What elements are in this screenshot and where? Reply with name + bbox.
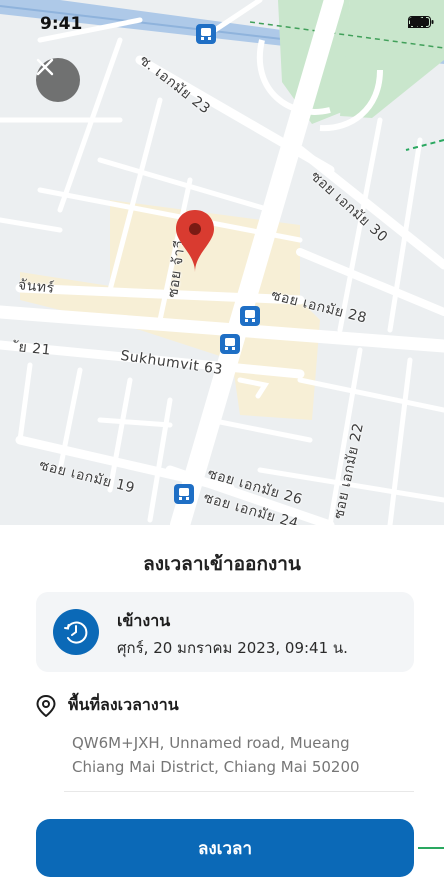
sheet-title: ลงเวลาเข้าออกงาน <box>143 553 301 575</box>
close-button[interactable] <box>36 58 80 102</box>
status-time: 9:41 <box>40 14 83 34</box>
close-icon <box>36 58 54 76</box>
map-route-line <box>418 847 444 849</box>
battery-icon <box>408 16 434 28</box>
location-header: พื้นที่ลงเวลางาน <box>36 693 179 718</box>
divider <box>64 791 414 792</box>
submit-clock-in-button[interactable]: ลงเวลา <box>36 819 414 877</box>
checkin-type-label: เข้างาน <box>117 611 171 630</box>
map-road-label: ัย 21 <box>17 339 52 359</box>
clock-icon <box>53 609 99 655</box>
bottom-sheet: ลงเวลาเข้าออกงาน เข้างาน ศุกร์, 20 มกราค… <box>0 525 444 888</box>
location-address: QW6M+JXH, Unnamed road, Mueang Chiang Ma… <box>72 734 360 776</box>
location-heading: พื้นที่ลงเวลางาน <box>68 695 179 714</box>
status-bar: 9:41 <box>0 0 444 44</box>
map-road-label: จันทร์ <box>17 277 56 297</box>
location-pin-icon <box>36 694 56 717</box>
checkin-card: เข้างาน ศุกร์, 20 มกราคม 2023, 09:41 น. <box>36 592 414 672</box>
checkin-datetime: ศุกร์, 20 มกราคม 2023, 09:41 น. <box>117 639 348 657</box>
map-view[interactable]: ซ. เอกมัย 23 ซอย เอกมัย 30 จันทร์ ซอย จ้… <box>0 0 444 525</box>
